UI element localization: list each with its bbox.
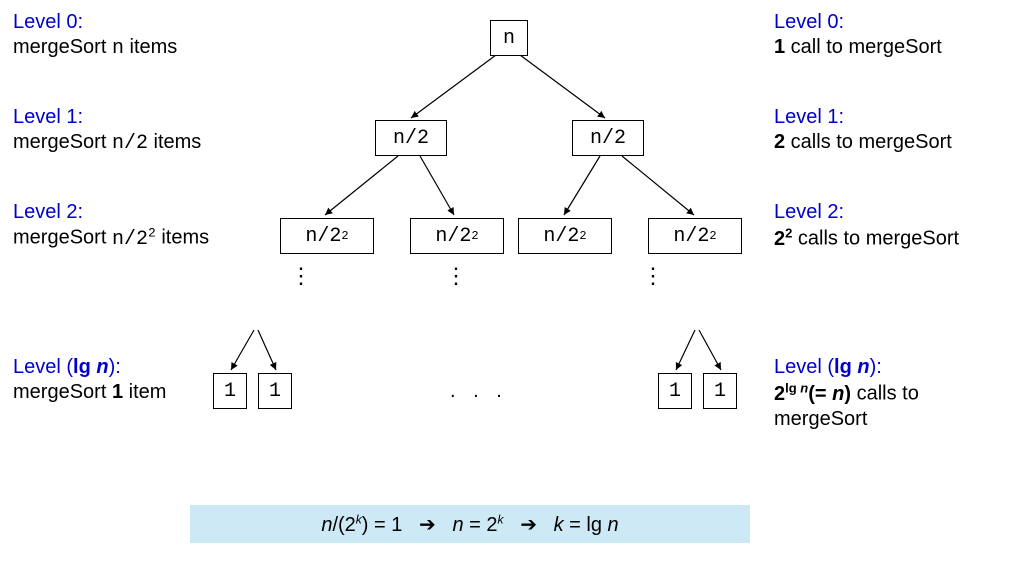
leaf-2: 1 xyxy=(258,373,292,409)
vdots-3: ⋮ xyxy=(642,263,664,289)
hdots: . . . xyxy=(450,380,508,403)
leaf-4: 1 xyxy=(703,373,737,409)
node-n4-4: n/22 xyxy=(648,218,742,254)
vdots-1: ⋮ xyxy=(290,263,312,289)
vdots-2: ⋮ xyxy=(445,263,467,289)
leaf-1: 1 xyxy=(213,373,247,409)
node-n2-left: n/2 xyxy=(375,120,447,156)
node-n2-right: n/2 xyxy=(572,120,644,156)
tree-edges xyxy=(0,0,1022,480)
node-root: n xyxy=(490,20,528,56)
node-n4-1: n/22 xyxy=(280,218,374,254)
leaf-3: 1 xyxy=(658,373,692,409)
node-n4-3: n/22 xyxy=(518,218,612,254)
node-n4-2: n/22 xyxy=(410,218,504,254)
footer-equation: n/(2k) = 1 ➔ n = 2k ➔ k = lg n xyxy=(190,505,750,543)
